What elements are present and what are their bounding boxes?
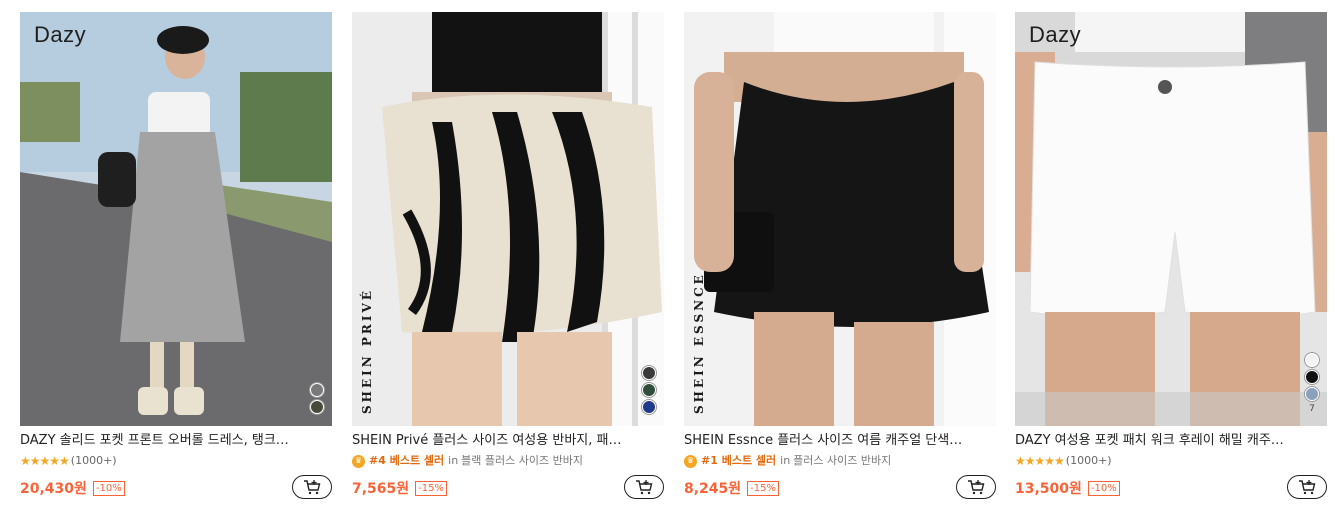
- discount-badge: -10%: [92, 480, 125, 496]
- cart-plus-icon: [304, 480, 321, 495]
- color-swatches: [310, 383, 324, 414]
- product-price: 8,245원: [684, 481, 742, 497]
- color-swatch[interactable]: [310, 383, 324, 397]
- product-title[interactable]: SHEIN Essnce 플러스 사이즈 여름 캐주얼 단색…: [684, 432, 996, 450]
- best-seller-rank: #1 베스트 셀러: [701, 454, 777, 467]
- price-row: 8,245원 -15%: [684, 475, 996, 501]
- price-row: 20,430원 -10%: [20, 475, 332, 501]
- product-photo: [20, 12, 332, 426]
- product-image[interactable]: Dazy: [20, 12, 332, 426]
- brand-watermark: SHEIN PRIVÉ: [360, 288, 374, 414]
- product-title[interactable]: DAZY 솔리드 포켓 프론트 오버롤 드레스, 탱크…: [20, 432, 332, 450]
- add-to-cart-button[interactable]: [1287, 475, 1327, 499]
- add-to-cart-button[interactable]: [292, 475, 332, 499]
- product-photo: [684, 12, 996, 426]
- product-card[interactable]: Dazy DAZY 솔리드 포켓 프론트 오버롤 드레스, 탱크… ★★★★★ …: [20, 12, 332, 517]
- color-swatch[interactable]: [310, 400, 324, 414]
- color-swatches: 7: [1305, 353, 1319, 414]
- product-rating-row: ★★★★★ (1000+): [1015, 453, 1327, 469]
- more-colors-count: 7: [1309, 404, 1315, 414]
- product-price: 13,500원: [1015, 481, 1082, 497]
- product-title[interactable]: SHEIN Privé 플러스 사이즈 여성용 반바지, 패…: [352, 432, 664, 450]
- review-count: (1000+): [1065, 454, 1112, 467]
- discount-badge: -15%: [415, 480, 448, 496]
- product-image[interactable]: Dazy 7: [1015, 12, 1327, 426]
- cart-plus-icon: [636, 480, 653, 495]
- best-seller-rank: #4 베스트 셀러: [369, 454, 445, 467]
- best-seller-row: ♛ #4 베스트 셀러 in 블랙 플러스 사이즈 반바지: [352, 453, 664, 469]
- best-seller-category-link[interactable]: 블랙 플러스 사이즈 반바지: [461, 453, 583, 469]
- add-to-cart-button[interactable]: [956, 475, 996, 499]
- color-swatch[interactable]: [1305, 353, 1319, 367]
- best-seller-row: ♛ #1 베스트 셀러 in 플러스 사이즈 반바지: [684, 453, 996, 469]
- best-seller-icon: ♛: [684, 454, 697, 468]
- color-swatch[interactable]: [1305, 387, 1319, 401]
- product-image[interactable]: SHEIN ESSNCE: [684, 12, 996, 426]
- brand-watermark: Dazy: [1029, 22, 1082, 47]
- best-seller-in: in: [780, 454, 791, 467]
- discount-badge: -10%: [1087, 480, 1120, 496]
- price-row: 13,500원 -10%: [1015, 475, 1327, 501]
- product-card[interactable]: SHEIN ESSNCE SHEIN Essnce 플러스 사이즈 여름 캐주얼…: [684, 12, 996, 517]
- color-swatches: [642, 366, 656, 414]
- star-rating-icon: ★★★★★: [1015, 454, 1065, 468]
- review-count: (1000+): [70, 454, 117, 467]
- product-price: 7,565원: [352, 481, 410, 497]
- color-swatch[interactable]: [642, 383, 656, 397]
- best-seller-category-link[interactable]: 플러스 사이즈 반바지: [793, 453, 891, 469]
- add-to-cart-button[interactable]: [624, 475, 664, 499]
- product-image[interactable]: SHEIN PRIVÉ: [352, 12, 664, 426]
- brand-watermark: Dazy: [34, 22, 87, 47]
- product-price: 20,430원: [20, 481, 87, 497]
- color-swatch[interactable]: [1305, 370, 1319, 384]
- product-card[interactable]: Dazy 7 DAZY 여성용 포켓 패치 워크 후레이 해밀 캐주… ★★★★…: [1015, 12, 1327, 517]
- brand-watermark: SHEIN ESSNCE: [692, 272, 706, 414]
- cart-plus-icon: [968, 480, 985, 495]
- product-grid: Dazy DAZY 솔리드 포켓 프론트 오버롤 드레스, 탱크… ★★★★★ …: [0, 0, 1339, 517]
- cart-plus-icon: [1299, 480, 1316, 495]
- discount-badge: -15%: [747, 480, 780, 496]
- color-swatch[interactable]: [642, 400, 656, 414]
- product-title[interactable]: DAZY 여성용 포켓 패치 워크 후레이 해밀 캐주…: [1015, 432, 1327, 450]
- product-photo: [1015, 12, 1327, 426]
- best-seller-icon: ♛: [352, 454, 365, 468]
- star-rating-icon: ★★★★★: [20, 454, 70, 468]
- product-card[interactable]: SHEIN PRIVÉ SHEIN Privé 플러스 사이즈 여성용 반바지,…: [352, 12, 664, 517]
- product-photo: [352, 12, 664, 426]
- best-seller-in: in: [448, 454, 459, 467]
- product-rating-row: ★★★★★ (1000+): [20, 453, 332, 469]
- color-swatch[interactable]: [642, 366, 656, 380]
- price-row: 7,565원 -15%: [352, 475, 664, 501]
